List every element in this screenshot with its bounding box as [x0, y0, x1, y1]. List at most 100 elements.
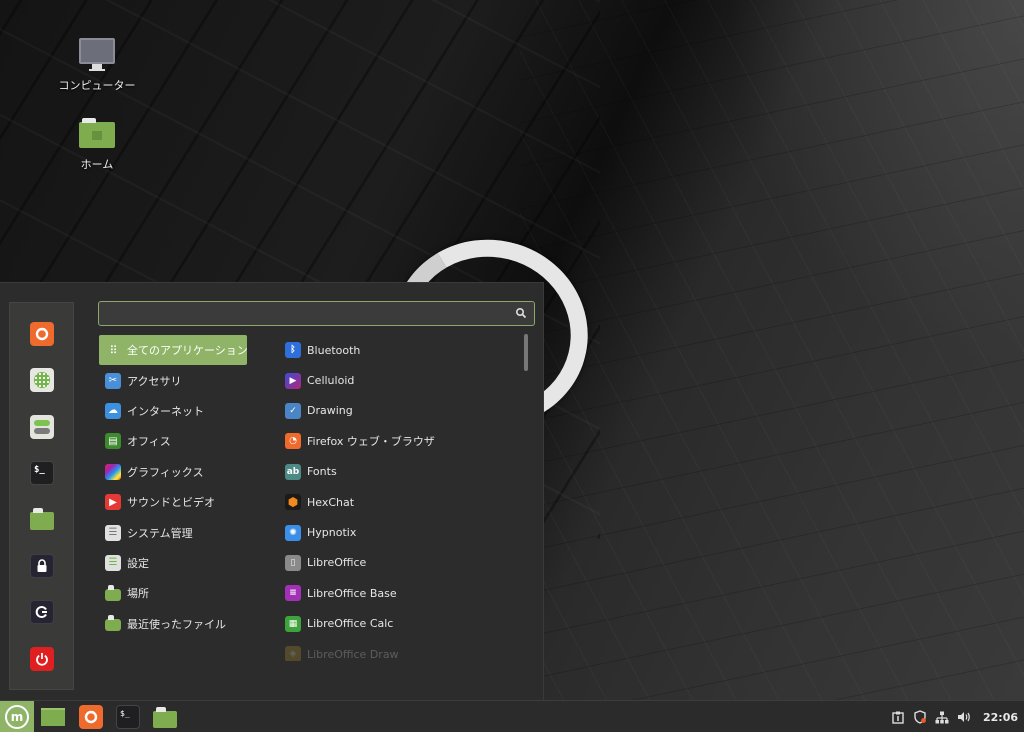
search-input[interactable] [99, 302, 534, 325]
terminal-icon: $_ [120, 709, 130, 718]
search-field[interactable] [98, 301, 535, 326]
clock[interactable]: 22:06 [983, 711, 1018, 724]
category-label: サウンドとビデオ [127, 496, 215, 510]
shield-icon[interactable] [913, 710, 927, 724]
taskbar-show-desktop[interactable] [41, 705, 65, 729]
internet-icon: ☁ [105, 402, 121, 419]
libreoffice-draw-icon: ◈ [285, 646, 301, 661]
category-settings[interactable]: ☰ 設定 [99, 548, 247, 578]
favorite-quit[interactable] [30, 647, 54, 671]
system-tray: 22:06 [891, 701, 1024, 732]
recent-files-icon [105, 615, 121, 632]
app-label: Fonts [307, 465, 337, 479]
network-icon[interactable] [935, 710, 949, 724]
computer-icon [52, 38, 142, 71]
category-system-admin[interactable]: ☰ システム管理 [99, 517, 247, 547]
category-recent-files[interactable]: 最近使ったファイル [99, 609, 247, 639]
settings-icon: ☰ [105, 554, 121, 571]
home-folder-icon [52, 118, 142, 148]
fonts-icon: ab [285, 463, 301, 480]
category-label: 設定 [127, 556, 149, 570]
category-places[interactable]: 場所 [99, 578, 247, 608]
category-label: オフィス [127, 435, 171, 449]
category-graphics[interactable]: グラフィックス [99, 457, 247, 487]
libreoffice-calc-icon: ▦ [285, 615, 301, 632]
favorite-firefox[interactable] [30, 322, 54, 346]
app-label: Bluetooth [307, 343, 361, 357]
sound-video-icon: ▶ [105, 494, 121, 511]
favorite-files[interactable] [30, 507, 54, 531]
app-label: Firefox ウェブ・ブラウザ [307, 435, 435, 449]
app-libreoffice[interactable]: ▯ LibreOffice [285, 548, 515, 578]
desktop-icon-home[interactable]: ホーム [52, 118, 142, 172]
grid-icon: ⠿ [109, 343, 117, 357]
hypnotix-icon: ✺ [285, 524, 301, 541]
taskbar-firefox[interactable] [79, 705, 103, 729]
category-internet[interactable]: ☁ インターネット [99, 396, 247, 426]
category-label: インターネット [127, 404, 204, 418]
terminal-icon: $_ [34, 465, 45, 475]
app-libreoffice-calc[interactable]: ▦ LibreOffice Calc [285, 609, 515, 639]
app-celluloid[interactable]: ▶ Celluloid [285, 365, 515, 395]
celluloid-icon: ▶ [285, 372, 301, 389]
favorite-software-manager[interactable] [30, 368, 54, 392]
favorite-system-settings[interactable] [30, 415, 54, 439]
app-libreoffice-draw[interactable]: ◈ LibreOffice Draw [285, 639, 515, 661]
taskbar-terminal[interactable]: $_ [116, 705, 140, 729]
software-manager-icon [34, 372, 50, 388]
app-firefox[interactable]: ◔ Firefox ウェブ・ブラウザ [285, 426, 515, 456]
app-hexchat[interactable]: ⬢ HexChat [285, 487, 515, 517]
graphics-icon [105, 463, 121, 480]
linux-mint-logo-icon: m [5, 705, 29, 729]
app-label: Hypnotix [307, 526, 357, 540]
show-desktop-icon [41, 708, 65, 726]
menu-button[interactable]: m [0, 701, 34, 732]
app-list-scrollbar[interactable] [524, 334, 528, 371]
favorite-lock-screen[interactable] [30, 554, 54, 578]
accessories-icon: ✂ [105, 372, 121, 389]
taskbar-files[interactable] [153, 705, 177, 729]
firefox-icon [35, 327, 49, 341]
app-label: LibreOffice Calc [307, 617, 394, 631]
desktop-icon-computer[interactable]: コンピューター [52, 38, 142, 93]
category-label: 最近使ったファイル [127, 617, 226, 631]
app-hypnotix[interactable]: ✺ Hypnotix [285, 517, 515, 547]
libreoffice-base-icon: ≡ [285, 585, 301, 602]
settings-icon [34, 420, 50, 426]
category-sound-video[interactable]: ▶ サウンドとビデオ [99, 487, 247, 517]
category-label: 場所 [127, 587, 149, 601]
power-icon [36, 653, 48, 666]
app-libreoffice-base[interactable]: ≡ LibreOffice Base [285, 578, 515, 608]
desktop-icon-label: コンピューター [58, 79, 136, 92]
category-all-applications[interactable]: ⠿ 全てのアプリケーション [99, 335, 248, 366]
application-list: ᛒ Bluetooth ▶ Celluloid ✓ Drawing ◔ Fire… [285, 335, 515, 661]
firefox-icon: ◔ [285, 433, 301, 450]
app-label: LibreOffice Base [307, 586, 397, 600]
volume-icon[interactable] [957, 710, 971, 724]
bluetooth-icon: ᛒ [285, 342, 301, 359]
places-icon [105, 584, 121, 601]
app-label: Drawing [307, 404, 353, 418]
favorite-logout[interactable] [30, 600, 54, 624]
app-label: HexChat [307, 495, 355, 509]
app-fonts[interactable]: ab Fonts [285, 457, 515, 487]
firefox-icon [84, 710, 98, 724]
favorites-sidebar: $_ [9, 302, 74, 690]
category-label: グラフィックス [127, 465, 204, 479]
wallpaper-grid [520, 0, 1024, 700]
desktop-icon-label: ホーム [80, 158, 114, 171]
search-icon [515, 307, 527, 319]
drawing-icon: ✓ [285, 402, 301, 419]
category-office[interactable]: ▤ オフィス [99, 426, 247, 456]
app-label: Celluloid [307, 374, 355, 388]
update-manager-icon[interactable] [891, 710, 905, 724]
favorite-terminal[interactable]: $_ [30, 461, 54, 485]
system-admin-icon: ☰ [105, 524, 121, 541]
app-label: LibreOffice Draw [307, 647, 399, 661]
category-accessories[interactable]: ✂ アクセサリ [99, 365, 247, 395]
libreoffice-icon: ▯ [285, 554, 301, 571]
app-bluetooth[interactable]: ᛒ Bluetooth [285, 335, 515, 365]
app-drawing[interactable]: ✓ Drawing [285, 396, 515, 426]
taskbar: m $_ 22:06 [0, 700, 1024, 732]
category-label: 全てのアプリケーション [127, 344, 248, 358]
